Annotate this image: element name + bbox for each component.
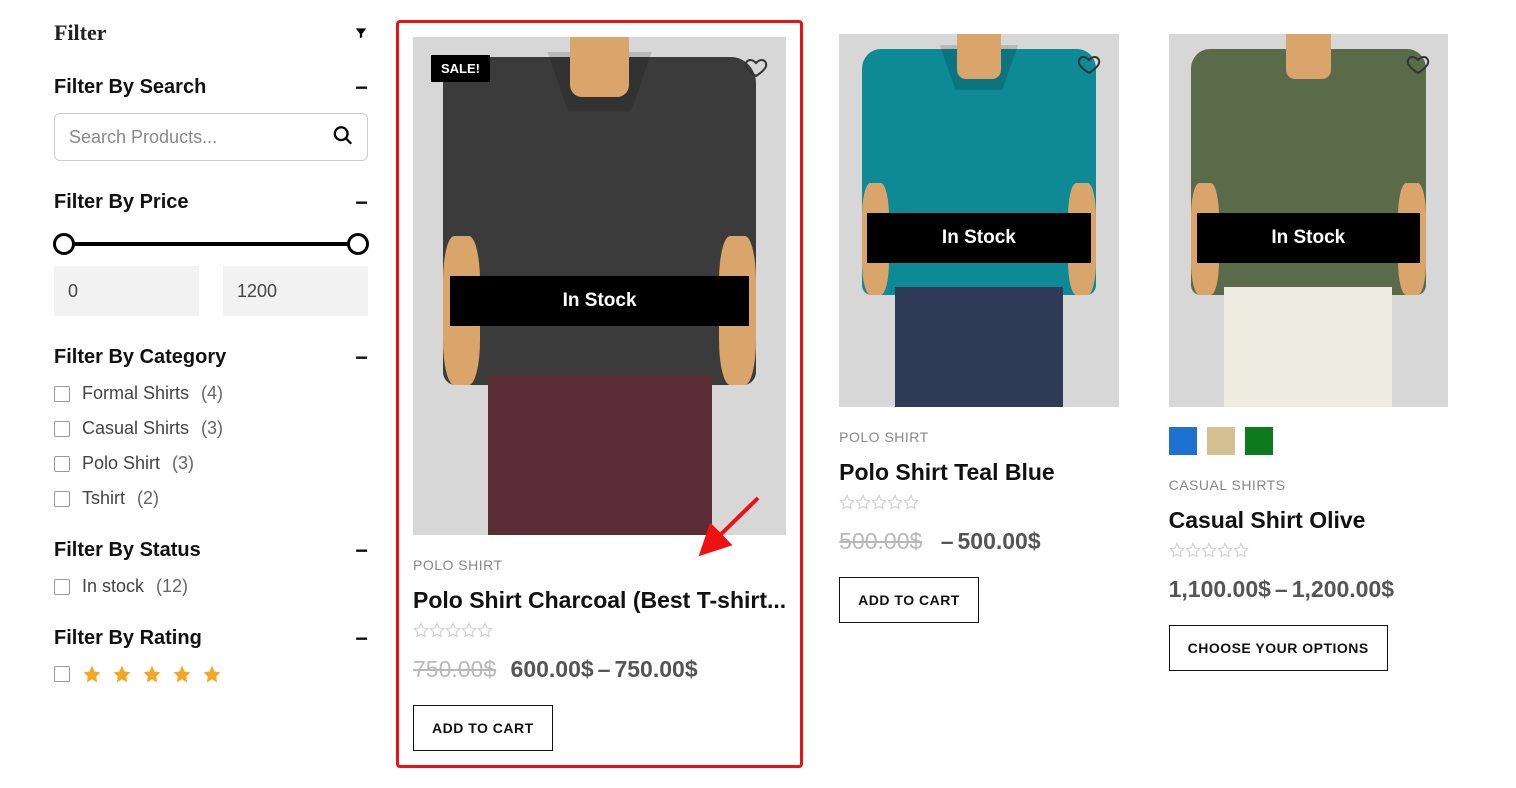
product-price: 1,100.00$–1,200.00$ — [1169, 576, 1448, 603]
product-category: POLO SHIRT — [413, 557, 786, 573]
stock-badge: In Stock — [450, 276, 749, 326]
filter-search-heading: Filter By Search — [54, 76, 206, 99]
choose-options-button[interactable]: CHOOSE YOUR OPTIONS — [1169, 625, 1388, 671]
category-item[interactable]: Formal Shirts (4) — [54, 383, 368, 404]
checkbox[interactable] — [54, 666, 70, 682]
checkbox[interactable] — [54, 491, 70, 507]
filter-category-heading: Filter By Category — [54, 346, 226, 369]
collapse-icon[interactable]: − — [355, 77, 368, 99]
wishlist-button[interactable] — [1406, 52, 1430, 81]
rating-stars-icon — [1169, 542, 1448, 558]
search-icon — [332, 135, 354, 150]
price-max-field[interactable]: 1200 — [223, 266, 368, 316]
product-price: 500.00$ –500.00$ — [839, 528, 1118, 555]
checkbox[interactable] — [54, 579, 70, 595]
product-name[interactable]: Casual Shirt Olive — [1169, 507, 1448, 534]
category-item[interactable]: Tshirt (2) — [54, 488, 368, 509]
price-min-field[interactable]: 0 — [54, 266, 199, 316]
product-grid: SALE! In Stock POLO SHIRT Polo Shirt Cha… — [396, 20, 1462, 768]
product-name[interactable]: Polo Shirt Charcoal (Best T-shirt... — [413, 587, 786, 614]
add-to-cart-button[interactable]: ADD TO CART — [413, 705, 553, 751]
checkbox[interactable] — [54, 421, 70, 437]
product-category: CASUAL SHIRTS — [1169, 477, 1448, 493]
product-image[interactable]: In Stock — [839, 34, 1118, 407]
rating-stars-icon — [839, 494, 1118, 510]
stock-badge: In Stock — [1197, 213, 1421, 263]
filter-status-heading: Filter By Status — [54, 539, 201, 562]
category-item[interactable]: Polo Shirt (3) — [54, 453, 368, 474]
filter-sidebar: Filter Filter By Search − Filter By Pric… — [54, 20, 368, 768]
collapse-icon[interactable]: − — [355, 540, 368, 562]
slider-handle-max[interactable] — [347, 233, 369, 255]
product-image[interactable]: In Stock — [1169, 34, 1448, 407]
collapse-icon[interactable]: − — [355, 628, 368, 650]
rating-stars-icon — [413, 622, 786, 638]
category-item[interactable]: Casual Shirts (3) — [54, 418, 368, 439]
product-name[interactable]: Polo Shirt Teal Blue — [839, 459, 1118, 486]
add-to-cart-button[interactable]: ADD TO CART — [839, 577, 979, 623]
product-price: 750.00$ 600.00$–750.00$ — [413, 656, 786, 683]
heart-icon — [744, 55, 768, 79]
color-swatches — [1169, 427, 1448, 455]
heart-icon — [1077, 52, 1101, 76]
product-card[interactable]: In Stock POLO SHIRT Polo Shirt Teal Blue… — [825, 20, 1132, 768]
rating-option[interactable] — [54, 664, 368, 684]
heart-icon — [1406, 52, 1430, 76]
status-item[interactable]: In stock (12) — [54, 576, 368, 597]
price-slider[interactable] — [64, 242, 358, 246]
swatch-blue[interactable] — [1169, 427, 1197, 455]
collapse-icon[interactable]: − — [355, 192, 368, 214]
swatch-green[interactable] — [1245, 427, 1273, 455]
search-input[interactable] — [54, 113, 368, 161]
stars-five-icon — [82, 664, 222, 684]
product-category: POLO SHIRT — [839, 429, 1118, 445]
filter-title: Filter — [54, 20, 107, 46]
checkbox[interactable] — [54, 386, 70, 402]
product-card[interactable]: SALE! In Stock POLO SHIRT Polo Shirt Cha… — [396, 20, 803, 768]
wishlist-button[interactable] — [744, 55, 768, 84]
swatch-khaki[interactable] — [1207, 427, 1235, 455]
checkbox[interactable] — [54, 456, 70, 472]
collapse-icon[interactable]: − — [355, 347, 368, 369]
wishlist-button[interactable] — [1077, 52, 1101, 81]
sale-badge: SALE! — [431, 55, 490, 82]
filter-price-heading: Filter By Price — [54, 191, 189, 214]
filter-rating-heading: Filter By Rating — [54, 627, 202, 650]
product-card[interactable]: In Stock CASUAL SHIRTS Casual Shirt Oliv… — [1155, 20, 1462, 768]
slider-handle-min[interactable] — [53, 233, 75, 255]
funnel-icon — [354, 26, 368, 40]
product-image[interactable]: SALE! In Stock — [413, 37, 786, 535]
stock-badge: In Stock — [867, 213, 1091, 263]
search-button[interactable] — [326, 119, 360, 156]
